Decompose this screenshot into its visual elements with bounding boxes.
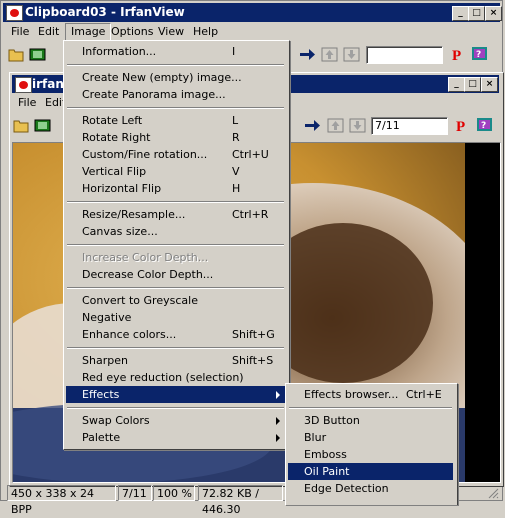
menu-item-swap-colors[interactable]: Swap Colors bbox=[66, 412, 285, 429]
menu-item-emboss[interactable]: Emboss bbox=[288, 446, 453, 463]
svg-text:?: ? bbox=[481, 121, 486, 131]
menu-file[interactable]: File bbox=[6, 23, 34, 41]
menu-item-sharpen[interactable]: Sharpen Shift+S bbox=[66, 352, 285, 369]
child-next-arrow-icon[interactable] bbox=[304, 118, 321, 133]
menu-item-convert-greyscale[interactable]: Convert to Greyscale bbox=[66, 292, 285, 309]
child-menu-file[interactable]: File bbox=[13, 94, 41, 112]
child-open-folder-icon[interactable] bbox=[13, 118, 30, 133]
menu-item-negative[interactable]: Negative bbox=[66, 309, 285, 326]
status-zoom: 100 % bbox=[153, 485, 195, 501]
child-thumbnails-icon[interactable] bbox=[34, 118, 51, 133]
next-arrow-icon[interactable] bbox=[299, 47, 316, 62]
irfanview-main-window: Clipboard03 - IrfanView _ □ × File Edit … bbox=[0, 0, 504, 516]
menu-separator bbox=[67, 407, 284, 409]
menu-item-increase-color-depth: Increase Color Depth... bbox=[82, 251, 209, 264]
menu-item-effects-browser[interactable]: Effects browser... Ctrl+E bbox=[288, 386, 453, 403]
irfanview-app-icon bbox=[6, 5, 23, 21]
svg-text:P: P bbox=[452, 48, 461, 62]
menu-item-3d-button[interactable]: 3D Button bbox=[288, 412, 453, 429]
submenu-arrow-icon bbox=[276, 434, 280, 442]
menu-separator bbox=[67, 244, 284, 246]
minimize-button[interactable]: _ bbox=[452, 6, 469, 21]
menu-item-information[interactable]: Information... I bbox=[66, 43, 285, 60]
svg-text:?: ? bbox=[476, 50, 481, 60]
move-down-icon[interactable] bbox=[343, 47, 360, 62]
menu-separator bbox=[67, 64, 284, 66]
menu-item-create-panorama[interactable]: Create Panorama image... bbox=[66, 86, 285, 103]
menu-item-canvas-size[interactable]: Canvas size... bbox=[66, 223, 285, 240]
child-move-down-icon[interactable] bbox=[349, 118, 366, 133]
menu-item-vertical-flip[interactable]: Vertical Flip V bbox=[66, 163, 285, 180]
menu-options[interactable]: Options bbox=[106, 23, 158, 41]
menu-item-palette[interactable]: Palette bbox=[66, 429, 285, 446]
status-file-size: 72.82 KB / 446.30 bbox=[198, 485, 283, 516]
effects-submenu: Effects browser... Ctrl+E 3D Button Blur … bbox=[285, 383, 458, 505]
main-menu-bar: File Edit Image Options View Help bbox=[3, 23, 500, 41]
menu-item-oil-paint[interactable]: Oil Paint bbox=[288, 463, 453, 480]
menu-help[interactable]: Help bbox=[188, 23, 223, 41]
menu-item-edge-detection[interactable]: Edge Detection bbox=[288, 480, 453, 497]
maximize-button[interactable]: □ bbox=[468, 6, 485, 21]
menu-item-resize[interactable]: Resize/Resample... Ctrl+R bbox=[66, 206, 285, 223]
menu-image[interactable]: Image bbox=[65, 23, 112, 41]
menu-item-rotate-left[interactable]: Rotate Left L bbox=[66, 112, 285, 129]
menu-item-enhance-colors[interactable]: Enhance colors... Shift+G bbox=[66, 326, 285, 343]
menu-separator bbox=[67, 347, 284, 349]
svg-text:P: P bbox=[456, 119, 465, 133]
child-move-up-icon[interactable] bbox=[327, 118, 344, 133]
child-app-icon bbox=[15, 77, 32, 93]
menu-item-blur[interactable]: Blur bbox=[288, 429, 453, 446]
menu-view[interactable]: View bbox=[153, 23, 189, 41]
menu-separator bbox=[67, 107, 284, 109]
image-menu: Information... I Create New (empty) image… bbox=[63, 40, 290, 450]
menu-item-create-new[interactable]: Create New (empty) image... bbox=[66, 69, 285, 86]
child-minimize-button[interactable]: _ bbox=[448, 77, 465, 92]
thumbnails-icon[interactable] bbox=[29, 47, 46, 62]
child-page-input[interactable]: 7/11 bbox=[371, 117, 448, 135]
close-button[interactable]: × bbox=[485, 6, 502, 21]
menu-item-horizontal-flip[interactable]: Horizontal Flip H bbox=[66, 180, 285, 197]
child-close-button[interactable]: × bbox=[481, 77, 498, 92]
menu-separator bbox=[67, 287, 284, 289]
move-up-icon[interactable] bbox=[321, 47, 338, 62]
submenu-arrow-icon bbox=[276, 417, 280, 425]
menu-edit[interactable]: Edit bbox=[33, 23, 64, 41]
help-icon[interactable]: ? bbox=[471, 46, 488, 61]
status-dimensions: 450 x 338 x 24 BPP bbox=[7, 485, 116, 516]
print-p-icon[interactable]: P bbox=[449, 47, 466, 62]
main-title-bar[interactable]: Clipboard03 - IrfanView _ □ × bbox=[3, 3, 502, 22]
open-folder-icon[interactable] bbox=[8, 47, 25, 62]
menu-item-red-eye[interactable]: Red eye reduction (selection) bbox=[66, 369, 285, 386]
menu-item-custom-rotation[interactable]: Custom/Fine rotation... Ctrl+U bbox=[66, 146, 285, 163]
child-help-icon[interactable]: ? bbox=[476, 117, 493, 132]
menu-separator bbox=[289, 407, 452, 409]
main-window-title: Clipboard03 - IrfanView bbox=[25, 5, 185, 19]
menu-item-effects[interactable]: Effects bbox=[66, 386, 285, 403]
status-page-index: 7/11 bbox=[118, 485, 152, 501]
resize-grip-icon[interactable] bbox=[487, 487, 499, 499]
main-page-input[interactable] bbox=[366, 46, 443, 64]
menu-item-rotate-right[interactable]: Rotate Right R bbox=[66, 129, 285, 146]
child-maximize-button[interactable]: □ bbox=[464, 77, 481, 92]
submenu-arrow-icon bbox=[276, 391, 280, 399]
menu-item-decrease-color-depth[interactable]: Decrease Color Depth... bbox=[66, 266, 285, 283]
child-print-p-icon[interactable]: P bbox=[453, 118, 470, 133]
menu-separator bbox=[67, 201, 284, 203]
